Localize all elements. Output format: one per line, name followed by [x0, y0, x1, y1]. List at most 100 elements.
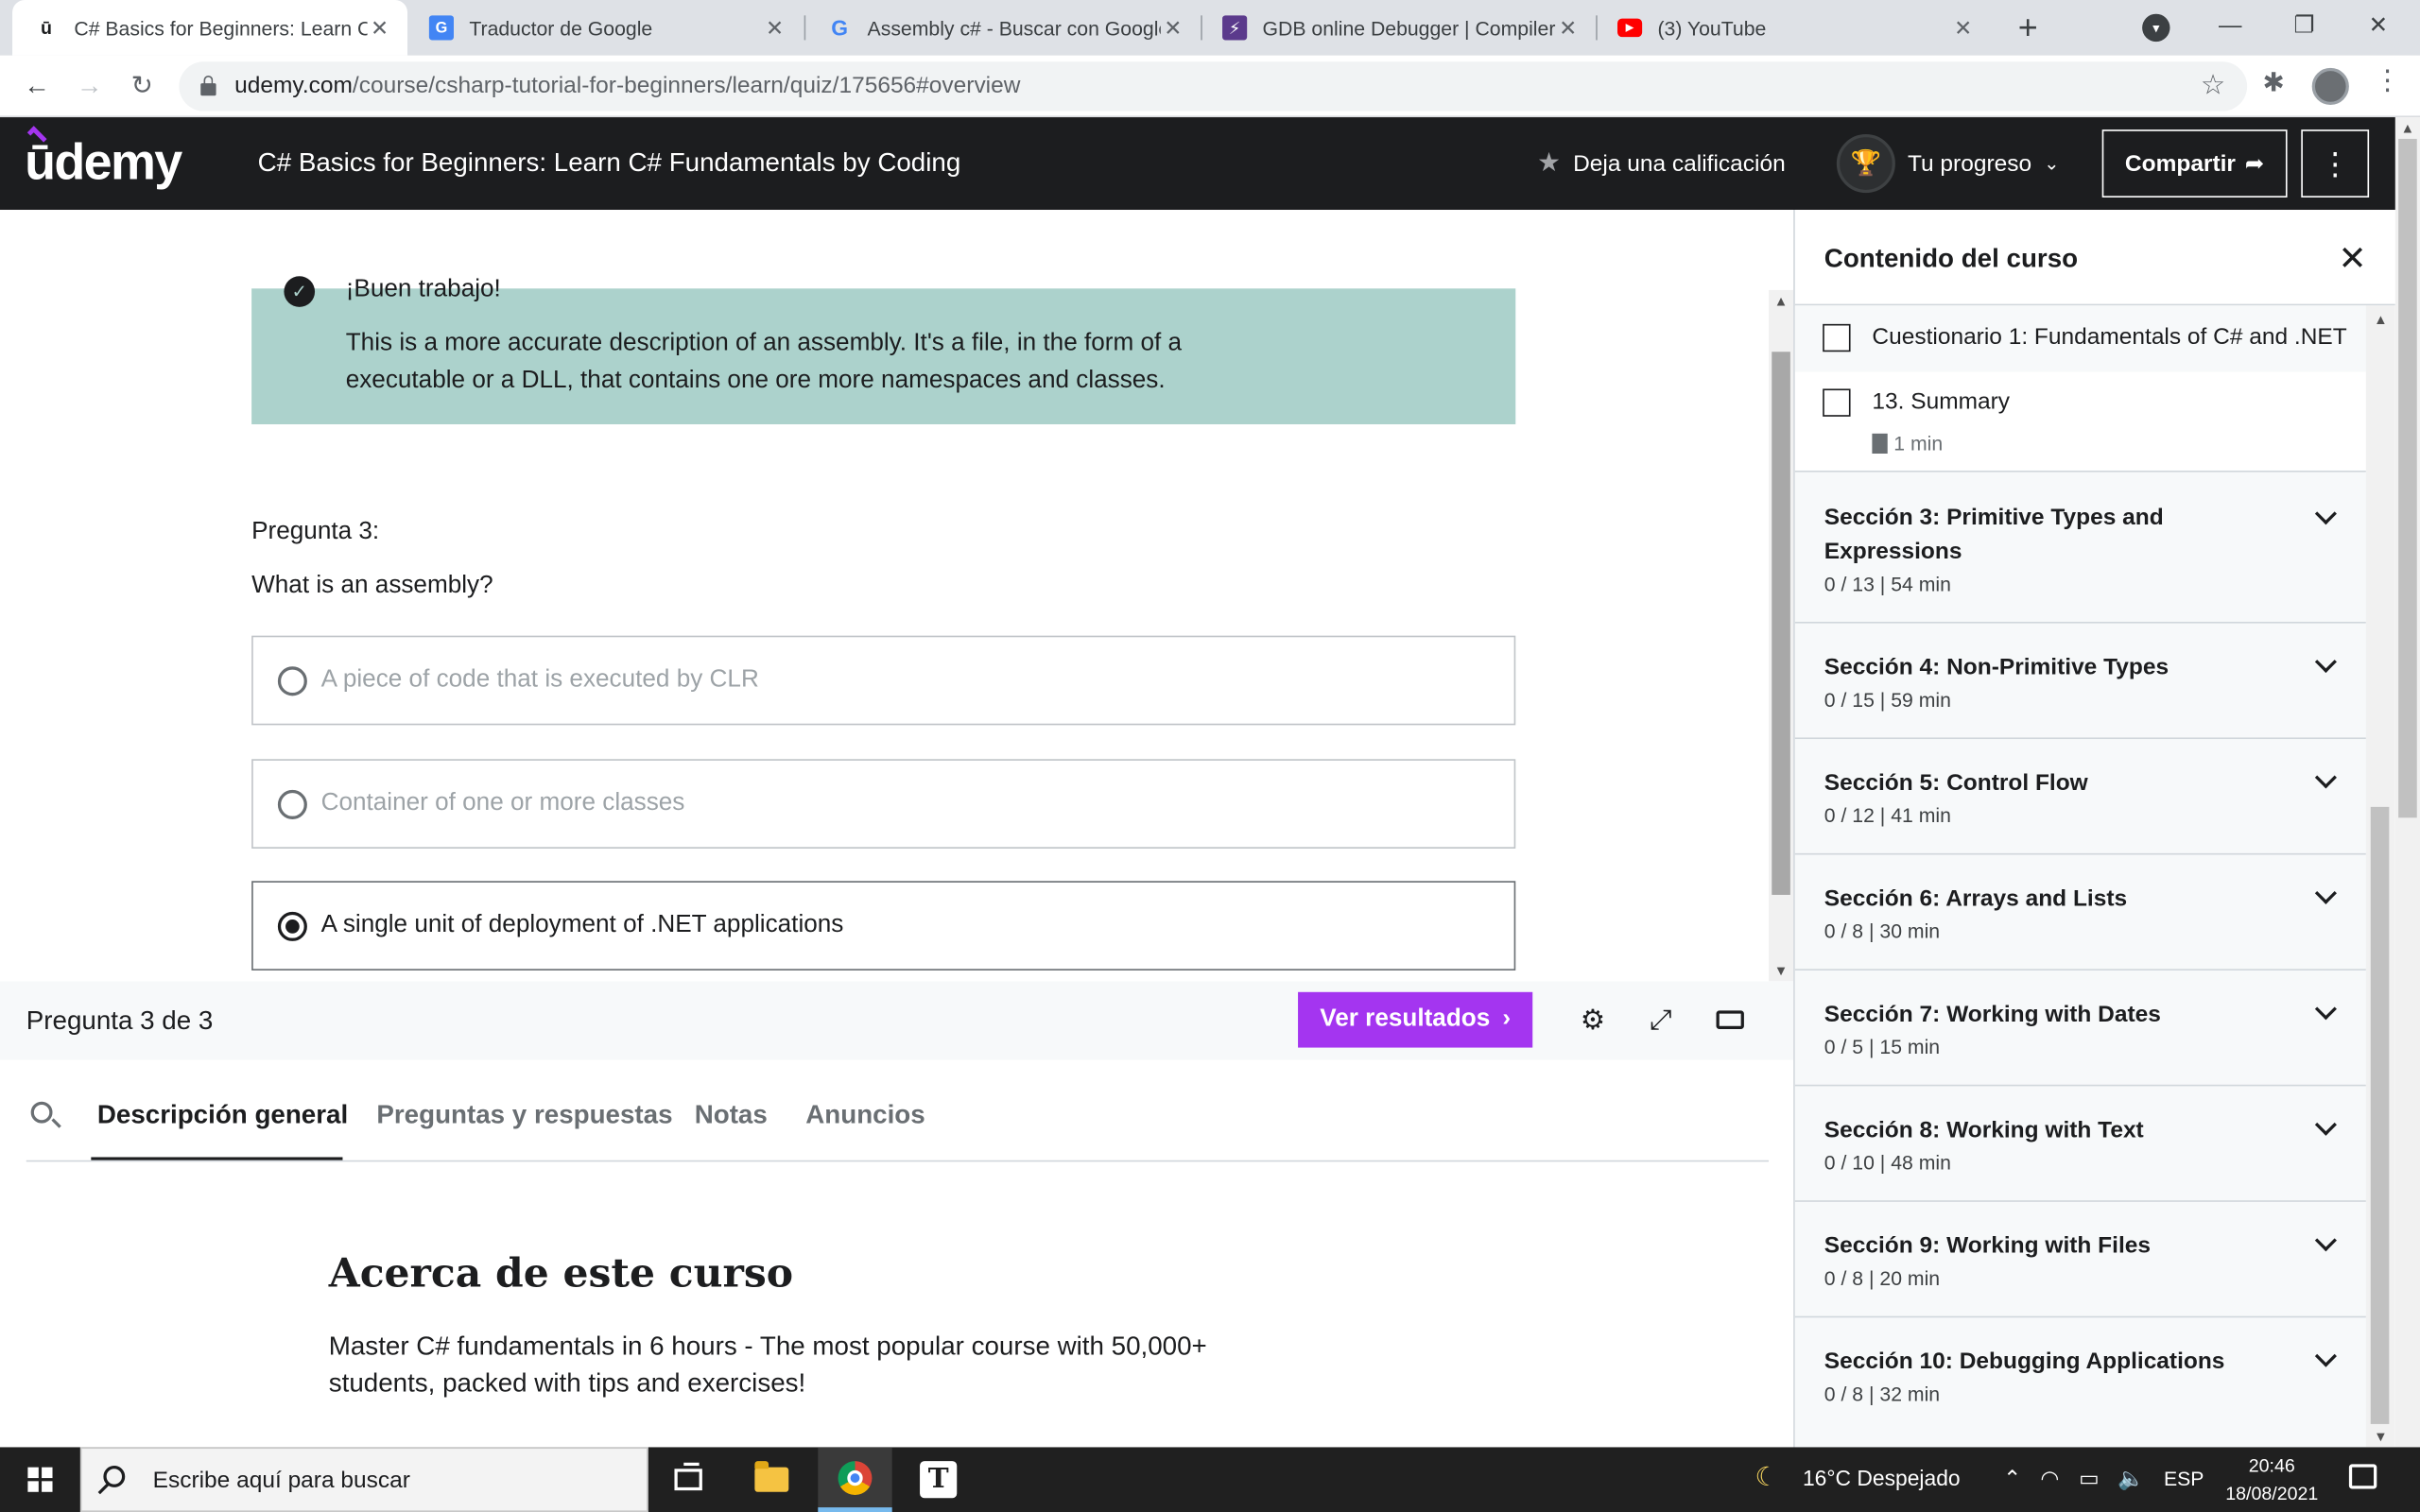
- tab-overview[interactable]: Descripción general: [97, 1100, 348, 1131]
- course-title[interactable]: C# Basics for Beginners: Learn C# Fundam…: [258, 148, 961, 180]
- scroll-up-arrow-icon[interactable]: ▲: [1769, 290, 1793, 312]
- section-item[interactable]: Sección 7: Working with Dates 0 / 5 | 15…: [1794, 969, 2366, 1085]
- scroll-down-arrow-icon[interactable]: ▼: [1769, 960, 1793, 982]
- lesson-checkbox[interactable]: [1823, 388, 1851, 417]
- forward-arrow-icon[interactable]: →: [71, 68, 108, 105]
- weather-text[interactable]: 16°C Despejado: [1803, 1466, 1961, 1490]
- browser-tab-youtube[interactable]: ▶ (3) YouTube ✕: [1596, 0, 1991, 56]
- typora-taskbar-button[interactable]: T: [901, 1447, 975, 1512]
- scroll-down-arrow-icon[interactable]: ▼: [2366, 1426, 2395, 1448]
- section-meta: 0 / 10 | 48 min: [1824, 1150, 1951, 1175]
- url-text[interactable]: udemy.com/course/csharp-tutorial-for-beg…: [234, 73, 1020, 99]
- page-scrollbar[interactable]: ▲: [2394, 117, 2420, 1448]
- file-explorer-button[interactable]: [735, 1447, 808, 1512]
- close-tab-icon[interactable]: ✕: [1951, 15, 1976, 42]
- taskbar-search-box[interactable]: Escribe aquí para buscar: [79, 1447, 648, 1512]
- tab-announcements[interactable]: Anuncios: [805, 1100, 925, 1131]
- bookmark-star-icon[interactable]: ☆: [2201, 69, 2225, 101]
- close-tab-icon[interactable]: ✕: [763, 15, 787, 42]
- star-icon: ★: [1537, 147, 1562, 178]
- reload-icon[interactable]: ↻: [124, 68, 161, 105]
- progress-dropdown[interactable]: 🏆 Tu progreso ⌄: [1836, 134, 2060, 194]
- volume-icon[interactable]: 🔈: [2118, 1466, 2144, 1492]
- close-tab-icon[interactable]: ✕: [1161, 15, 1185, 42]
- wifi-icon[interactable]: ◠: [2040, 1466, 2059, 1492]
- tab-notes[interactable]: Notas: [695, 1100, 768, 1131]
- battery-icon[interactable]: ▭: [2079, 1466, 2100, 1492]
- close-tab-icon[interactable]: ✕: [368, 15, 392, 42]
- browser-tab-google-search[interactable]: G Assembly c# - Buscar con Google ✕: [805, 0, 1201, 56]
- about-text: Master C# fundamentals in 6 hours - The …: [328, 1331, 1207, 1399]
- profile-avatar[interactable]: [2311, 67, 2349, 106]
- task-view-button[interactable]: [651, 1447, 725, 1512]
- tabs-divider: [26, 1160, 1770, 1162]
- section-meta: 0 / 8 | 30 min: [1824, 919, 1941, 943]
- quiz-scrollbar[interactable]: ▲ ▼: [1769, 289, 1794, 982]
- lesson-item[interactable]: Cuestionario 1: Fundamentals of C# and .…: [1794, 305, 2366, 372]
- language-indicator[interactable]: ESP: [2164, 1468, 2204, 1490]
- lock-icon: [200, 76, 216, 96]
- udemy-logo[interactable]: ūdemy: [25, 126, 182, 191]
- more-options-icon[interactable]: ⋮: [2301, 129, 2370, 198]
- answer-option-selected[interactable]: A single unit of deployment of .NET appl…: [251, 881, 1516, 971]
- section-item[interactable]: Sección 5: Control Flow 0 / 12 | 41 min: [1794, 737, 2366, 853]
- browser-tab-udemy[interactable]: ū C# Basics for Beginners: Learn C# ✕: [12, 0, 408, 56]
- section-item[interactable]: Sección 10: Debugging Applications 0 / 8…: [1794, 1315, 2366, 1448]
- lesson-checkbox[interactable]: [1823, 323, 1851, 352]
- search-icon[interactable]: [30, 1101, 53, 1124]
- scrollbar-thumb[interactable]: [2370, 806, 2390, 1424]
- chevron-down-icon: [2315, 885, 2337, 907]
- radio-button[interactable]: [277, 665, 307, 696]
- question-label: Pregunta 3:: [251, 518, 380, 545]
- lesson-item[interactable]: 13. Summary 1 min: [1794, 371, 2366, 471]
- tab-questions-answers[interactable]: Preguntas y respuestas: [376, 1100, 672, 1131]
- tab-title: GDB online Debugger | Compiler: [1262, 16, 1556, 40]
- back-arrow-icon[interactable]: ←: [19, 68, 56, 105]
- minimize-button[interactable]: —: [2195, 0, 2266, 53]
- close-window-button[interactable]: ✕: [2342, 0, 2413, 53]
- windows-start-icon[interactable]: [27, 1467, 53, 1492]
- browser-tab-translate[interactable]: G Traductor de Google ✕: [407, 0, 803, 56]
- scrollbar-thumb[interactable]: [2398, 138, 2417, 818]
- address-bar[interactable]: udemy.com/course/csharp-tutorial-for-beg…: [179, 61, 2248, 112]
- restore-button[interactable]: ❐: [2269, 0, 2340, 53]
- chrome-menu-icon[interactable]: ⋮: [2374, 65, 2401, 97]
- browser-tab-gdb[interactable]: ⚡ GDB online Debugger | Compiler ✕: [1201, 0, 1596, 56]
- section-item[interactable]: Sección 6: Arrays and Lists 0 / 8 | 30 m…: [1794, 852, 2366, 970]
- section-item[interactable]: Sección 4: Non-Primitive Types 0 / 15 | …: [1794, 621, 2366, 738]
- close-tab-icon[interactable]: ✕: [1556, 15, 1581, 42]
- new-tab-button[interactable]: +: [2010, 7, 2047, 50]
- tab-title: Assembly c# - Buscar con Google: [867, 16, 1161, 40]
- notifications-icon[interactable]: [2348, 1464, 2377, 1489]
- chrome-taskbar-button[interactable]: [818, 1447, 892, 1512]
- fullscreen-expand-icon[interactable]: ⤢: [1644, 1003, 1678, 1037]
- moon-weather-icon: ☾: [1754, 1462, 1779, 1492]
- see-results-button[interactable]: Ver resultados ›: [1298, 991, 1533, 1048]
- section-item[interactable]: Sección 3: Primitive Types and Expressio…: [1794, 470, 2366, 622]
- about-title: Acerca de este curso: [328, 1251, 794, 1298]
- chevron-right-icon: ›: [1502, 1005, 1512, 1033]
- close-icon[interactable]: ✕: [2338, 239, 2366, 279]
- chevron-down-icon: [2315, 1232, 2337, 1254]
- settings-gear-icon[interactable]: ⚙: [1576, 1003, 1610, 1037]
- rate-course-button[interactable]: ★ Deja una calificación: [1537, 148, 1786, 180]
- scroll-up-arrow-icon[interactable]: ▲: [2366, 309, 2395, 331]
- section-title: Sección 7: Working with Dates: [1824, 1001, 2161, 1028]
- answer-option[interactable]: Container of one or more classes: [251, 759, 1516, 849]
- share-button[interactable]: Compartir ➦: [2101, 129, 2288, 198]
- google-translate-favicon-icon: G: [428, 15, 454, 41]
- radio-button-checked[interactable]: [277, 911, 307, 941]
- wide-view-icon[interactable]: [1713, 1003, 1747, 1037]
- tab-search-icon[interactable]: ▾: [2142, 13, 2170, 43]
- section-item[interactable]: Sección 9: Working with Files 0 / 8 | 20…: [1794, 1200, 2366, 1316]
- quiz-panel: ✓ ¡Buen trabajo! This is a more accurate…: [0, 210, 1794, 982]
- chevron-up-icon[interactable]: ⌃: [2003, 1466, 2021, 1492]
- radio-button[interactable]: [277, 789, 307, 819]
- extensions-puzzle-icon[interactable]: ✱: [2262, 68, 2284, 99]
- sidebar-scrollbar[interactable]: ▲ ▼: [2365, 305, 2395, 1448]
- taskbar-clock[interactable]: 20:46 18/08/2021: [2222, 1452, 2321, 1507]
- scrollbar-thumb[interactable]: [1772, 352, 1790, 895]
- section-item[interactable]: Sección 8: Working with Text 0 / 10 | 48…: [1794, 1084, 2366, 1201]
- scroll-up-arrow-icon[interactable]: ▲: [2395, 117, 2420, 139]
- answer-option[interactable]: A piece of code that is executed by CLR: [251, 635, 1516, 726]
